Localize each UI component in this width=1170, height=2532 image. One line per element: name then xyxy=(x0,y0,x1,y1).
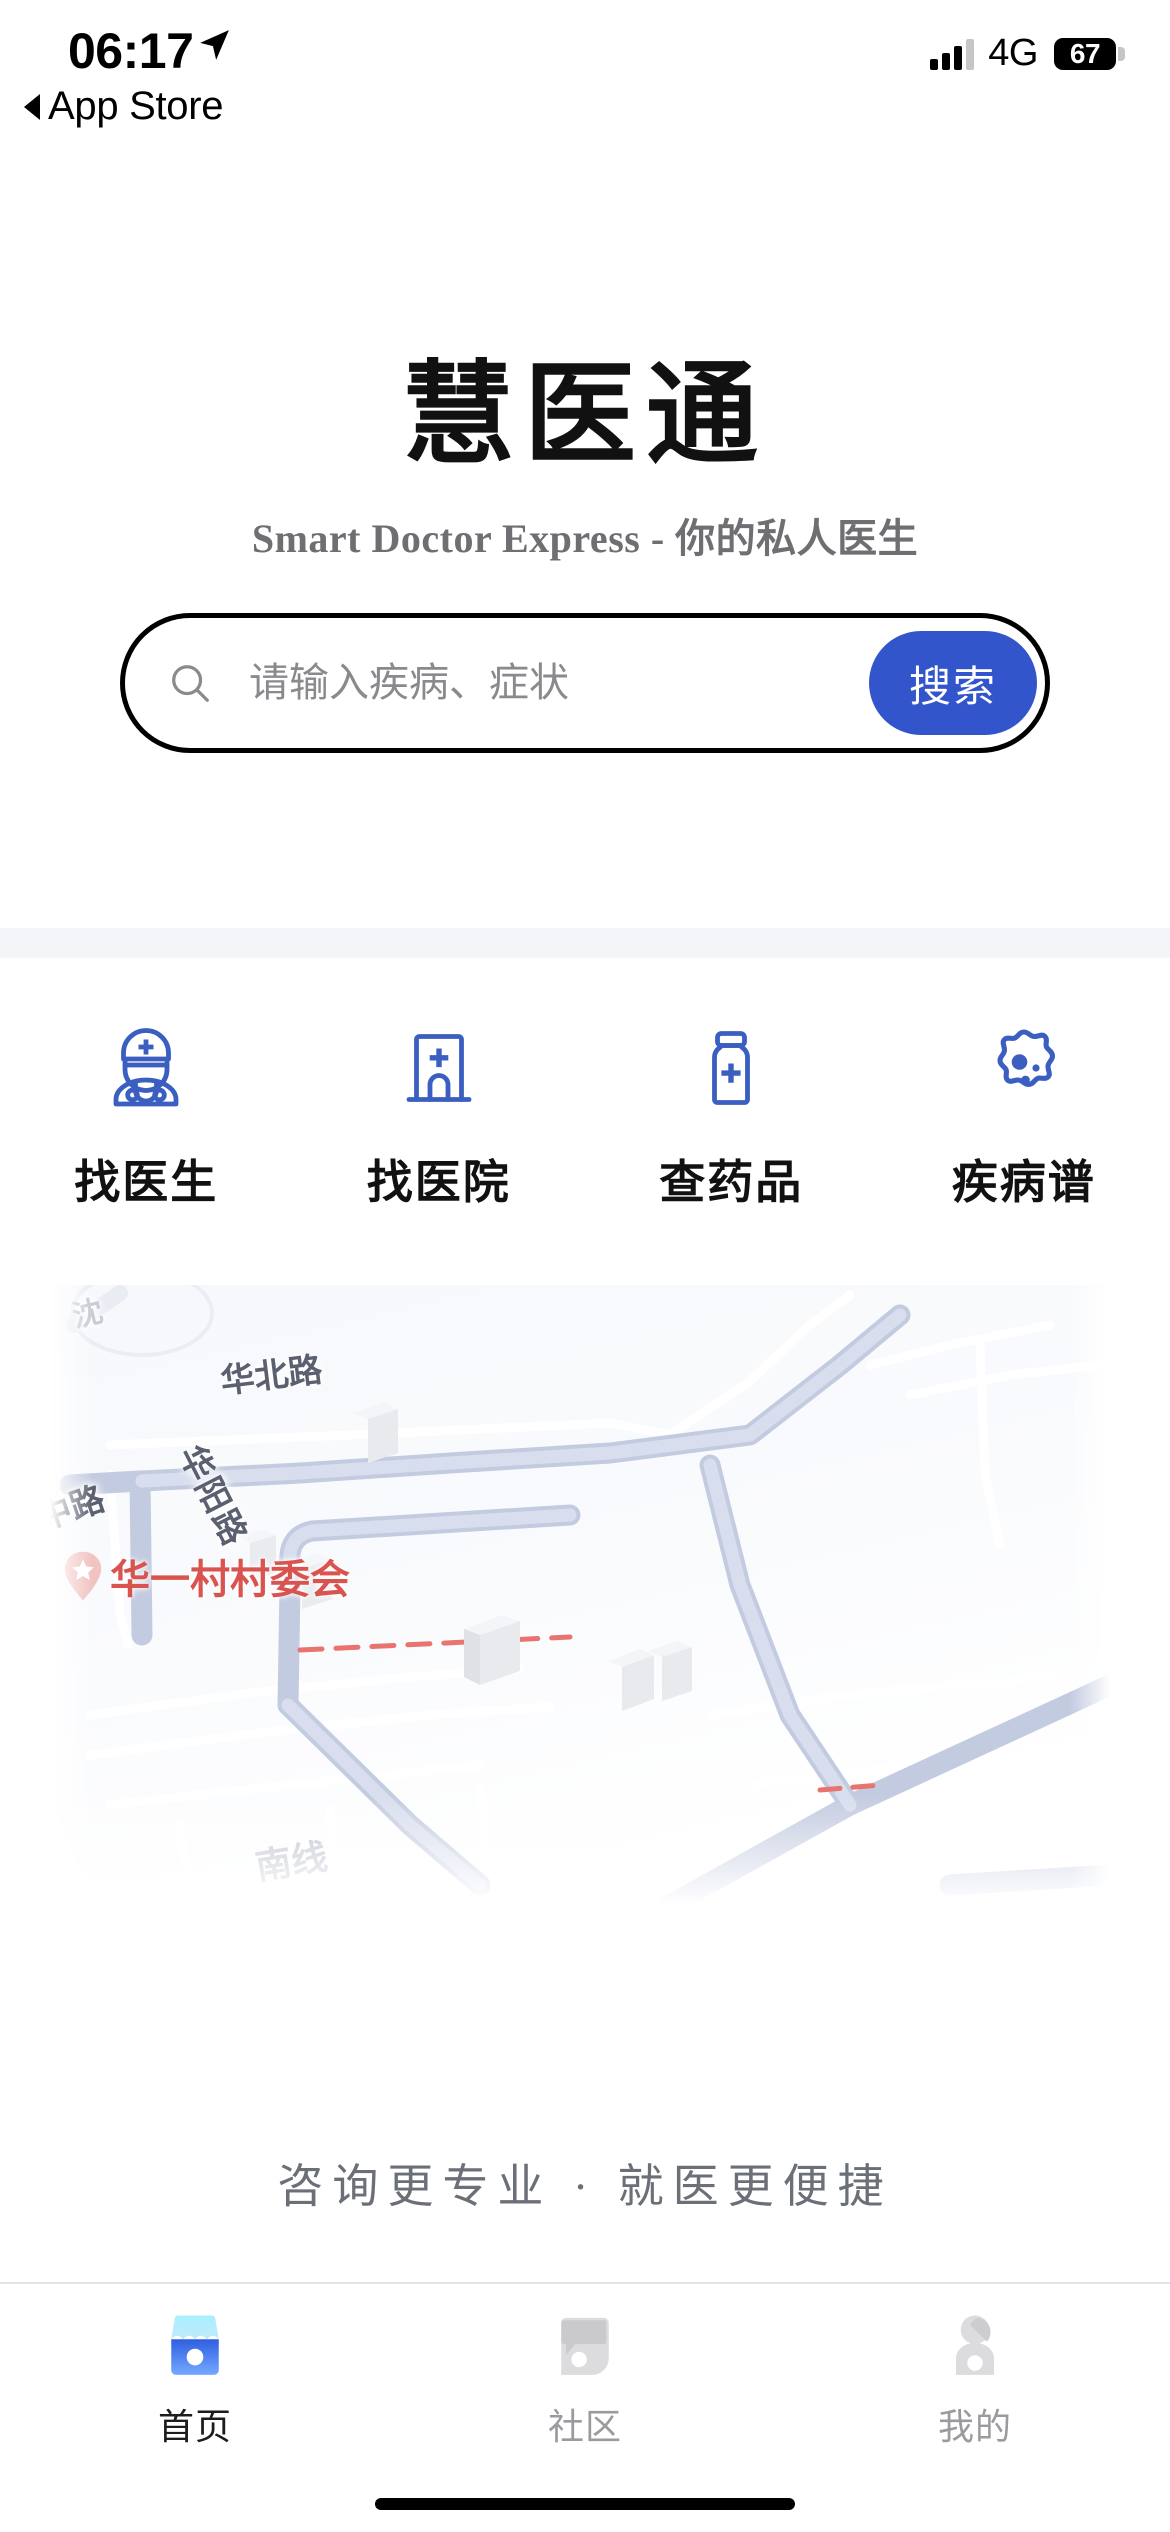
quick-action-label: 找医院 xyxy=(366,1157,511,1208)
map-poi-label: 华一村村委会 xyxy=(110,1558,350,1602)
tab-profile[interactable]: 我的 xyxy=(780,2306,1170,2450)
search-button[interactable]: 搜索 xyxy=(869,631,1037,735)
map-poi[interactable]: 华一村村委会 xyxy=(62,1547,350,1605)
search-input[interactable] xyxy=(249,660,869,706)
map-pin-icon xyxy=(64,1551,102,1601)
bottom-tab-bar: 首页 社区 我的 xyxy=(0,2282,1170,2462)
back-label: App Store xyxy=(48,84,224,128)
quick-action-find-hospital[interactable]: 找医院 xyxy=(293,1020,586,1212)
tab-community[interactable]: 社区 xyxy=(390,2306,780,2450)
back-to-app-store-button[interactable]: App Store xyxy=(24,84,224,129)
quick-action-find-medicine[interactable]: 查药品 xyxy=(585,1020,878,1212)
search-icon xyxy=(172,665,209,702)
quick-action-disease-atlas[interactable]: 疾病谱 xyxy=(878,1020,1170,1212)
battery-icon: 67 xyxy=(1054,37,1125,70)
quick-action-label: 疾病谱 xyxy=(951,1157,1096,1208)
tab-label: 我的 xyxy=(937,2406,1012,2447)
section-divider xyxy=(0,928,1170,958)
status-bar-time: 06:17 xyxy=(68,23,194,79)
home-indicator xyxy=(375,2498,795,2510)
hospital-icon xyxy=(406,1034,472,1102)
signal-bars-icon xyxy=(930,38,975,70)
doctor-icon xyxy=(113,1028,179,1107)
brand-header: 慧医通 Smart Doctor Express - 你的私人医生 xyxy=(0,354,1170,564)
search-bar[interactable]: 搜索 xyxy=(120,613,1050,753)
tab-label: 社区 xyxy=(547,2406,622,2447)
person-icon xyxy=(956,2315,994,2375)
medicine-bottle-icon xyxy=(712,1031,751,1105)
app-title: 慧医通 xyxy=(402,354,768,478)
status-bar-right-cluster: 4G 67 xyxy=(930,32,1125,75)
status-bar: 06:17 App Store 4G 67 xyxy=(0,0,1170,150)
network-type-label: 4G xyxy=(988,32,1038,74)
quick-action-label: 找医生 xyxy=(74,1157,219,1208)
quick-action-label: 查药品 xyxy=(659,1157,804,1208)
community-chat-icon xyxy=(561,2317,609,2375)
virus-icon xyxy=(997,1029,1055,1088)
location-arrow-icon xyxy=(200,30,229,60)
app-subtitle: Smart Doctor Express - 你的私人医生 xyxy=(251,516,919,562)
quick-action-find-doctor[interactable]: 找医生 xyxy=(0,1020,293,1212)
tab-label: 首页 xyxy=(157,2406,232,2447)
tab-home[interactable]: 首页 xyxy=(0,2306,390,2450)
quick-action-row: 找医生 找医院 查药品 疾病谱 xyxy=(0,1020,1170,1212)
battery-percent-label: 67 xyxy=(1069,37,1101,69)
map-preview[interactable]: 沈 华北路 华阳路 中路 南线 华一村村委会 xyxy=(50,1285,1110,1905)
tagline: 咨询更专业 · 就医更便捷 xyxy=(277,2161,893,2212)
back-caret-icon xyxy=(24,93,40,120)
storefront-icon xyxy=(171,2315,219,2375)
